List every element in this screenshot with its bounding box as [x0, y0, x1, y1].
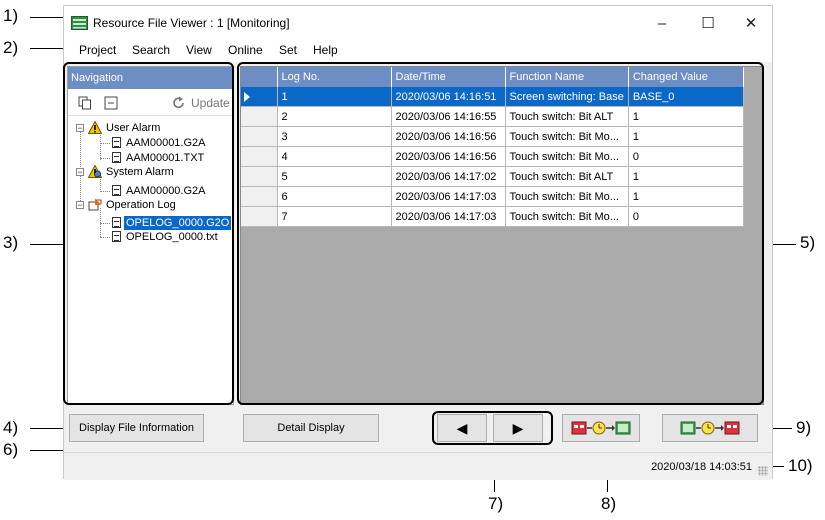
callout-2: 2) — [3, 38, 19, 57]
display-file-information-button[interactable]: Display File Information — [69, 414, 204, 442]
callout-5: 5) — [800, 233, 816, 252]
nav-panel-outline — [63, 62, 234, 405]
callout-10: 10) — [788, 456, 813, 475]
menu-help[interactable]: Help — [313, 43, 338, 57]
window-title: Resource File Viewer : 1 [Monitoring] — [93, 16, 290, 30]
callout-1: 1) — [3, 6, 19, 25]
callout-7: 7) — [488, 494, 504, 513]
callout-9: 9) — [796, 418, 812, 437]
menu-search[interactable]: Search — [132, 43, 170, 57]
grid-outline — [237, 62, 764, 405]
maximize-button[interactable]: ☐ — [685, 11, 731, 35]
scroll-to-newest-button[interactable] — [662, 414, 758, 442]
close-button[interactable]: ✕ — [728, 11, 774, 35]
menu-online[interactable]: Online — [228, 43, 263, 57]
status-bar: 2020/03/18 14:03:51 — [64, 452, 772, 480]
title-bar[interactable]: Resource File Viewer : 1 [Monitoring] – … — [64, 6, 772, 40]
status-datetime: 2020/03/18 14:03:51 — [651, 461, 752, 473]
app-icon — [71, 16, 88, 30]
scroll-to-oldest-button[interactable] — [562, 414, 640, 442]
nav-buttons-outline — [432, 411, 553, 445]
menu-view[interactable]: View — [186, 43, 212, 57]
callout-4: 4) — [3, 418, 19, 437]
menu-set[interactable]: Set — [279, 43, 297, 57]
detail-display-button[interactable]: Detail Display — [243, 414, 379, 442]
newest-record-icon — [680, 421, 740, 435]
oldest-record-icon — [571, 421, 631, 435]
callout-3: 3) — [3, 233, 19, 252]
menu-bar: Project Search View Online Set Help — [64, 40, 772, 62]
menu-project[interactable]: Project — [79, 43, 116, 57]
callout-8: 8) — [601, 494, 617, 513]
resize-grip-icon[interactable] — [758, 466, 768, 476]
callout-line-1 — [30, 17, 67, 18]
minimize-button[interactable]: – — [639, 11, 685, 35]
callout-line-3 — [30, 244, 64, 245]
callout-6: 6) — [3, 440, 19, 459]
